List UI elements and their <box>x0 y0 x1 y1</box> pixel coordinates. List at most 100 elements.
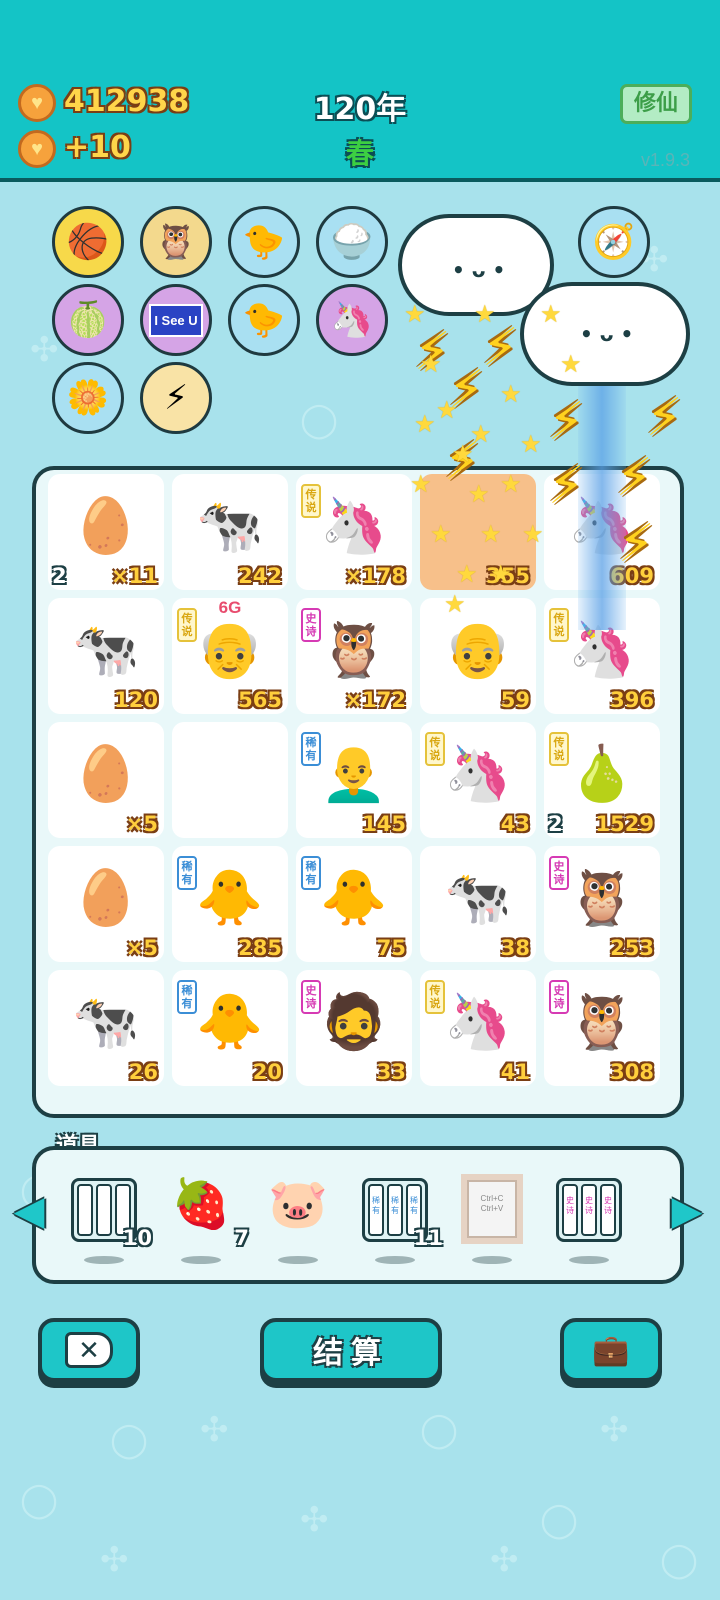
star-icon: ★ <box>470 421 492 448</box>
skill-2[interactable]: 🐤 <box>228 206 300 278</box>
tray-slot: 史诗 <box>581 1184 597 1236</box>
cell-value: 308 <box>610 1060 654 1084</box>
skill-4[interactable]: 🧭 <box>578 206 650 278</box>
skill-7[interactable]: 🐤 <box>228 284 300 356</box>
cell-value: ×178 <box>344 564 406 588</box>
rarity-badge: 传说 <box>425 732 445 766</box>
cell-value: 59 <box>500 688 530 712</box>
board-cell[interactable]: 🦄 传说 41 <box>420 970 536 1086</box>
board-cell[interactable]: 🦉 史诗 308 <box>544 970 660 1086</box>
copy-paste-frame-icon: Ctrl+C Ctrl+V <box>461 1174 523 1244</box>
skill-8[interactable]: 🦄 <box>316 284 388 356</box>
prop-slot[interactable]: 稀有 稀有 稀有 11 <box>353 1170 443 1266</box>
skill-10[interactable]: ⚡ <box>140 362 212 434</box>
cell-value: 253 <box>610 936 654 960</box>
tray-slot: 稀有 <box>368 1184 384 1236</box>
piggy-bank-icon: 🐷 <box>268 1178 328 1231</box>
props-next-arrow-icon[interactable]: ▶ <box>668 1180 706 1242</box>
egg-icon: 🥚 <box>72 868 140 928</box>
prop-slot[interactable]: 10 <box>62 1170 152 1266</box>
skill-0[interactable]: 🏀 <box>52 206 124 278</box>
rarity-badge: 稀有 <box>301 856 321 890</box>
star-icon: ★ <box>480 521 502 548</box>
frame-text: Ctrl+V <box>480 1204 504 1213</box>
board-cell[interactable]: 🍐 传说 2 1529 <box>544 722 660 838</box>
board-cell[interactable]: 🦄 传说 43 <box>420 722 536 838</box>
cloud-face-icon: • ᴗ • <box>452 258 506 282</box>
rice-bowl-icon: 🍚 <box>330 223 374 261</box>
rarity-badge: 史诗 <box>549 980 569 1014</box>
cell-value: ×172 <box>344 688 406 712</box>
board-cell[interactable]: 🥚 ×5 <box>48 722 164 838</box>
star-icon: ★ <box>522 521 544 548</box>
skill-1[interactable]: 🦉 <box>140 206 212 278</box>
exit-button[interactable]: ✕ <box>38 1318 140 1382</box>
rarity-badge: 稀有 <box>301 732 321 766</box>
cell-value: 242 <box>238 564 282 588</box>
board-cell[interactable]: 🦉 史诗 ×172 <box>296 598 412 714</box>
star-icon: ★ <box>474 301 496 328</box>
prop-slot[interactable]: 🐷 <box>256 1170 340 1266</box>
board-cell[interactable]: 🐄 26 <box>48 970 164 1086</box>
star-icon: ★ <box>468 481 490 508</box>
board-cell[interactable]: 👨‍🦲 稀有 145 <box>296 722 412 838</box>
star-icon: ★ <box>490 561 512 588</box>
rarity-badge: 史诗 <box>301 608 321 642</box>
prop-slot[interactable]: Ctrl+C Ctrl+V <box>450 1170 534 1266</box>
grandpa-glasses-icon: 👴 <box>444 620 512 680</box>
prop-shadow <box>278 1256 318 1264</box>
board-cell[interactable]: 🐄 120 <box>48 598 164 714</box>
chick-egg-icon: 🐤 <box>242 301 286 339</box>
grapefruit-icon: 🍈 <box>66 301 110 339</box>
board-cell[interactable]: 🦉 史诗 253 <box>544 846 660 962</box>
rarity-badge: 史诗 <box>549 856 569 890</box>
tray-slot: 史诗 <box>562 1184 578 1236</box>
cell-value: ×11 <box>111 564 158 588</box>
board-cell[interactable] <box>172 722 288 838</box>
skill-3[interactable]: 🍚 <box>316 206 388 278</box>
board-cell[interactable]: 👴 传说 6G 565 <box>172 598 288 714</box>
cell-value: 33 <box>376 1060 406 1084</box>
board-cell[interactable]: 👴 59 <box>420 598 536 714</box>
season-label: 春 <box>345 137 374 170</box>
settle-label: 结算 <box>313 1336 389 1371</box>
star-icon: ★ <box>414 411 436 438</box>
lightning-icon: ⚡ <box>164 379 188 417</box>
tray-slot: 史诗 <box>600 1184 616 1236</box>
rarity-badge: 传说 <box>301 484 321 518</box>
star-icon: ★ <box>560 351 582 378</box>
cow-icon: 🐄 <box>72 992 140 1052</box>
board-cell[interactable]: 🐥 稀有 285 <box>172 846 288 962</box>
board-cell[interactable]: 🐥 稀有 75 <box>296 846 412 962</box>
cell-value: 120 <box>114 688 158 712</box>
star-icon: ★ <box>456 561 478 588</box>
cow-icon: 🐄 <box>444 868 512 928</box>
xiuxian-button[interactable]: 修仙 <box>620 84 692 124</box>
prop-shadow <box>181 1256 221 1264</box>
board-cell[interactable]: 🥚 2 ×11 <box>48 474 164 590</box>
rarity-badge: 传说 <box>425 980 445 1014</box>
props-prev-arrow-icon[interactable]: ◀ <box>10 1180 48 1242</box>
board-cell[interactable]: 🐄 38 <box>420 846 536 962</box>
skill-9[interactable]: 🌼 <box>52 362 124 434</box>
settle-button[interactable]: 结算 <box>260 1318 442 1382</box>
cow-icon: 🐄 <box>72 620 140 680</box>
board-cell[interactable]: 🦄 传说 ×178 <box>296 474 412 590</box>
skill-6[interactable]: I See U <box>140 284 212 356</box>
inventory-button[interactable]: 💼 <box>560 1318 662 1382</box>
prop-slot[interactable]: 史诗 史诗 史诗 <box>547 1170 631 1266</box>
board-cell[interactable]: 🧔 史诗 33 <box>296 970 412 1086</box>
rarity-badge: 稀有 <box>177 856 197 890</box>
chick-egg-icon: 🐤 <box>242 223 286 261</box>
prop-shadow <box>569 1256 609 1264</box>
board-cell[interactable]: 🥚 ×5 <box>48 846 164 962</box>
owl-icon: 🦉 <box>154 223 198 261</box>
prop-slot[interactable]: 🍓 7 <box>159 1170 249 1266</box>
bolt-icon: ⚡ <box>646 389 683 447</box>
potted-flower-icon: 🌼 <box>66 379 110 417</box>
bolt-icon: ⚡ <box>548 393 585 451</box>
skill-5[interactable]: 🍈 <box>52 284 124 356</box>
board-cell[interactable]: 🐥 稀有 20 <box>172 970 288 1086</box>
board-cell[interactable]: 🐄 242 <box>172 474 288 590</box>
cell-value: 285 <box>238 936 282 960</box>
